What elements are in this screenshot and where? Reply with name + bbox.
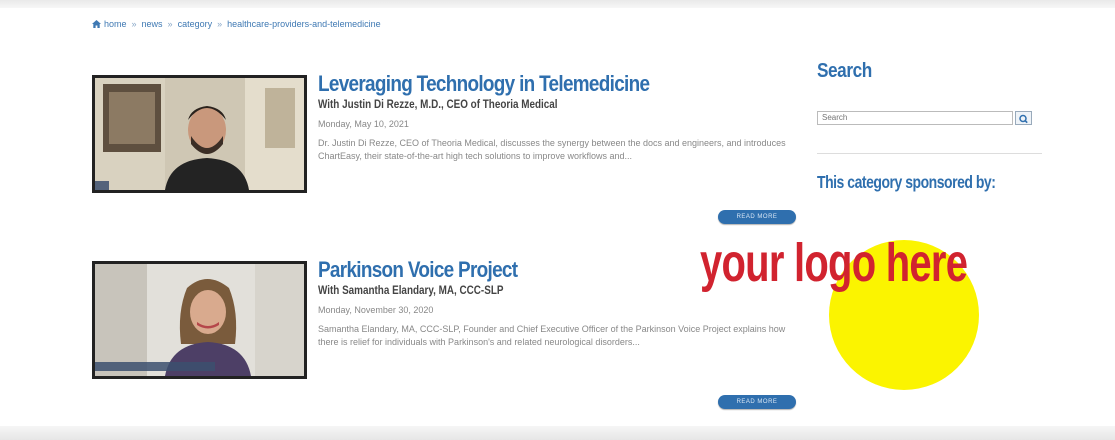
- article-item: Leveraging Technology in Telemedicine Wi…: [92, 72, 802, 232]
- video-caption-bar: [95, 362, 215, 371]
- breadcrumb-separator: »: [167, 19, 173, 29]
- sponsor-logo-text[interactable]: your logo here: [700, 232, 968, 294]
- breadcrumb-category[interactable]: category: [178, 19, 213, 29]
- breadcrumb: home » news » category » healthcare-providers-…: [92, 19, 381, 29]
- article-subtitle: With Samantha Elandary, MA, CCC-SLP: [318, 285, 504, 297]
- article-text: Leveraging Technology in Telemedicine Wi…: [318, 72, 796, 163]
- article-excerpt: Samantha Elandary, MA, CCC-SLP, Founder …: [318, 324, 786, 347]
- breadcrumb-home[interactable]: home: [104, 19, 127, 29]
- article-title[interactable]: Parkinson Voice Project: [318, 258, 729, 282]
- read-more-button[interactable]: READ MORE: [718, 210, 796, 224]
- article-subtitle: With Justin Di Rezze, M.D., CEO of Theor…: [318, 99, 558, 111]
- article-item: Parkinson Voice Project With Samantha El…: [92, 258, 802, 418]
- breadcrumb-separator: »: [131, 19, 137, 29]
- video-caption-bar: [95, 181, 109, 190]
- video-still-image: [95, 78, 304, 190]
- search-heading: Search: [817, 60, 872, 82]
- search-form: [817, 111, 1034, 127]
- article-thumbnail[interactable]: [92, 75, 307, 193]
- sidebar-divider: [817, 153, 1042, 154]
- video-still-image: [95, 264, 304, 376]
- breadcrumb-current: healthcare-providers-and-telemedicine: [227, 19, 381, 29]
- home-icon[interactable]: [92, 20, 101, 28]
- search-button[interactable]: [1015, 111, 1032, 125]
- sidebar: Search This category sponsored by:: [817, 60, 1115, 192]
- bottom-bar: [0, 426, 1115, 440]
- breadcrumb-news[interactable]: news: [142, 19, 163, 29]
- article-title[interactable]: Leveraging Technology in Telemedicine: [318, 72, 729, 96]
- search-icon: [1019, 114, 1028, 124]
- sponsor-heading: This category sponsored by:: [817, 172, 996, 192]
- search-input[interactable]: [817, 111, 1013, 125]
- article-thumbnail[interactable]: [92, 261, 307, 379]
- article-excerpt: Dr. Justin Di Rezze, CEO of Theoria Medi…: [318, 138, 786, 161]
- article-date: Monday, May 10, 2021: [318, 119, 409, 129]
- breadcrumb-separator: »: [217, 19, 223, 29]
- article-date: Monday, November 30, 2020: [318, 305, 434, 315]
- top-bar: [0, 0, 1115, 8]
- read-more-button[interactable]: READ MORE: [718, 395, 796, 409]
